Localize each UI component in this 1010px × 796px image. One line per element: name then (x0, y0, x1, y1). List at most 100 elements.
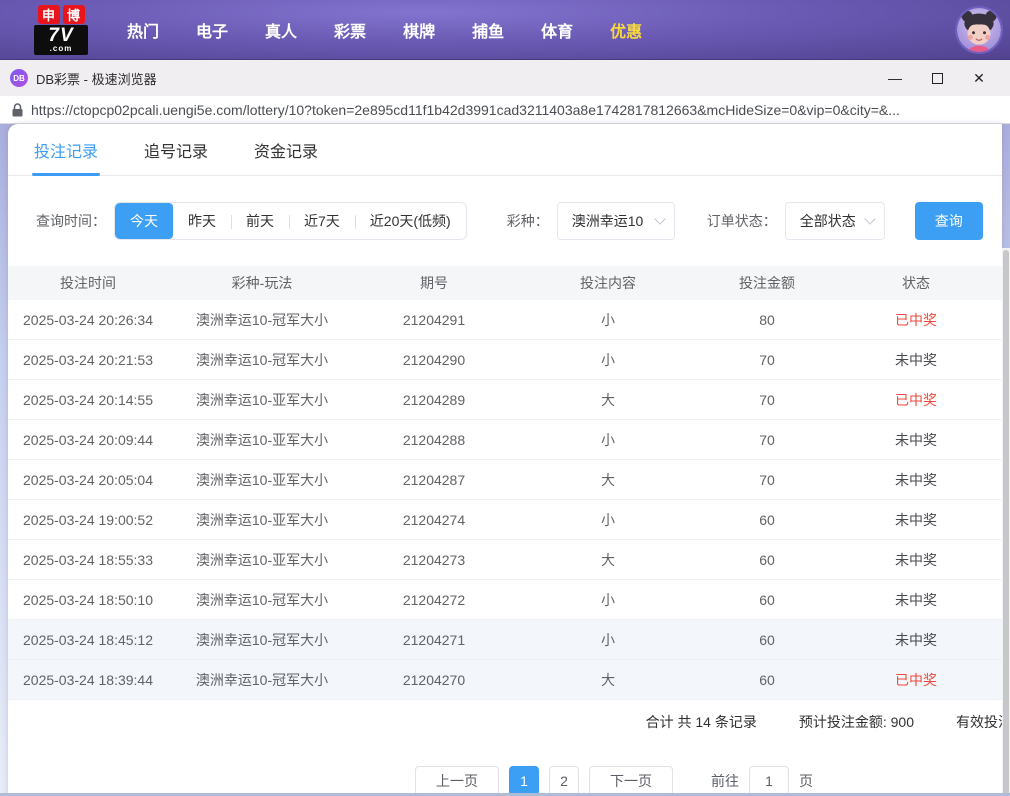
window-title: DB彩票 - 极速浏览器 (36, 71, 157, 87)
game-playtype-cell: 澳洲幸运10-冠军大小 (195, 591, 329, 608)
issue-number-cell: 21204288 (402, 431, 466, 448)
game-playtype-cell: 澳洲幸运10-亚军大小 (195, 431, 329, 448)
bet-amount-cell: 60 (759, 511, 775, 528)
bet-time-cell: 2025-03-24 20:14:55 (23, 391, 153, 408)
table-row[interactable]: 2025-03-24 20:14:55 澳洲幸运10-亚军大小 21204289… (8, 380, 1002, 420)
bet-time-cell: 2025-03-24 20:09:44 (23, 431, 153, 448)
issue-number-cell: 21204272 (402, 591, 466, 608)
table-row[interactable]: 2025-03-24 20:05:04 澳洲幸运10-亚军大小 21204287… (8, 460, 1002, 500)
issue-number-cell: 21204271 (402, 631, 466, 648)
bet-status-cell: 未中奖 (895, 591, 937, 608)
page-number-button[interactable]: 2 (549, 766, 579, 796)
address-bar[interactable]: https://ctopcp02pcali.uengi5e.com/lotter… (0, 96, 1010, 124)
order-status-select[interactable]: 全部状态 (784, 202, 885, 240)
nav-item[interactable]: 真人 (265, 18, 297, 42)
site-logo[interactable]: 申 博 7V .com (33, 4, 89, 55)
record-tab[interactable]: 投注记录 (31, 124, 101, 176)
status-filter-label: 订单状态： (706, 213, 777, 229)
record-tabs: 投注记录 追号记录 资金记录 (8, 124, 1002, 176)
table-row[interactable]: 2025-03-24 19:00:52 澳洲幸运10-亚军大小 21204274… (8, 500, 1002, 540)
scrollbar-thumb[interactable] (1003, 250, 1009, 796)
table-header-cell: 状态 (902, 275, 930, 291)
bet-status-cell: 已中奖 (895, 311, 937, 328)
table-row[interactable]: 2025-03-24 18:50:10 澳洲幸运10-冠军大小 21204272… (8, 580, 1002, 620)
bet-content-cell: 小 (601, 311, 615, 328)
nav-item[interactable]: 体育 (541, 18, 573, 42)
table-row[interactable]: 2025-03-24 20:09:44 澳洲幸运10-亚军大小 21204288… (8, 420, 1002, 460)
time-range-option[interactable]: 今天 (115, 203, 173, 239)
lottery-select[interactable]: 澳洲幸运10 (556, 202, 675, 240)
table-row[interactable]: 2025-03-24 18:55:33 澳洲幸运10-亚军大小 21204273… (8, 540, 1002, 580)
time-filter-label: 查询时间： (36, 213, 106, 229)
bet-content-cell: 小 (601, 351, 615, 368)
nav-menu: 热门 电子 真人 彩票 棋牌 捕鱼 体育 优惠 (127, 18, 642, 42)
table-header-cell: 期号 (420, 275, 448, 291)
lottery-select-value: 澳洲幸运10 (571, 213, 644, 229)
bet-status-cell: 未中奖 (895, 551, 937, 568)
bet-amount-cell: 70 (759, 431, 775, 448)
bet-amount-cell: 60 (759, 671, 775, 688)
record-tab[interactable]: 追号记录 (144, 124, 208, 175)
nav-item[interactable]: 棋牌 (403, 18, 435, 42)
bet-content-cell: 小 (601, 431, 615, 448)
time-range-group: 今天 昨天 前天 近7天 近20天(低频) (114, 202, 467, 240)
search-button[interactable]: 查询 (914, 202, 983, 240)
bet-amount-cell: 70 (759, 351, 775, 368)
bet-time-cell: 2025-03-24 18:55:33 (23, 551, 153, 568)
page-number-button[interactable]: 1 (509, 766, 539, 796)
game-playtype-cell: 澳洲幸运10-冠军大小 (195, 311, 329, 328)
bet-time-cell: 2025-03-24 20:05:04 (23, 471, 153, 488)
game-playtype-cell: 澳洲幸运10-亚军大小 (195, 471, 329, 488)
issue-number-cell: 21204291 (402, 311, 466, 328)
user-avatar[interactable] (955, 5, 1003, 54)
table-header-cell: 投注金额 (739, 275, 795, 291)
nav-item[interactable]: 热门 (127, 18, 159, 42)
avatar-illustration (957, 7, 1001, 52)
time-range-option[interactable]: 昨天 (173, 203, 231, 239)
nav-item[interactable]: 捕鱼 (472, 18, 504, 42)
table-row[interactable]: 2025-03-24 18:45:12 澳洲幸运10-冠军大小 21204271… (8, 620, 1002, 660)
bet-time-cell: 2025-03-24 18:50:10 (23, 591, 153, 608)
table-body: 2025-03-24 20:26:34 澳洲幸运10-冠军大小 21204291… (8, 300, 1002, 700)
table-row[interactable]: 2025-03-24 20:26:34 澳洲幸运10-冠军大小 21204291… (8, 300, 1002, 340)
close-button[interactable]: ✕ (958, 63, 1000, 93)
bet-records-table: 投注时间 彩种-玩法 期号 投注内容 投注金额 状态 2025-03-24 20… (8, 266, 1002, 700)
window-controls: — ✕ (874, 63, 1000, 93)
bet-content-cell: 大 (601, 671, 615, 688)
nav-item[interactable]: 电子 (196, 18, 228, 42)
game-playtype-cell: 澳洲幸运10-亚军大小 (195, 391, 329, 408)
table-row[interactable]: 2025-03-24 20:21:53 澳洲幸运10-冠军大小 21204290… (8, 340, 1002, 380)
next-page-button[interactable]: 下一页 (589, 766, 673, 796)
nav-item[interactable]: 优惠 (610, 18, 642, 42)
game-playtype-cell: 澳洲幸运10-亚军大小 (195, 551, 329, 568)
bet-content-cell: 大 (601, 391, 615, 408)
game-playtype-cell: 澳洲幸运10-冠军大小 (195, 671, 329, 688)
issue-number-cell: 21204273 (402, 551, 466, 568)
nav-item[interactable]: 彩票 (334, 18, 366, 42)
app-window: 申 博 7V .com 热门 电子 真人 彩票 棋牌 捕鱼 体育 优惠 DB D… (0, 0, 1010, 796)
bet-status-cell: 已中奖 (895, 391, 937, 408)
expected-amount-label: 预计投注金额: 900 (798, 714, 914, 730)
issue-number-cell: 21204290 (402, 351, 466, 368)
time-range-option[interactable]: 近20天(低频) (354, 203, 466, 239)
time-range-option[interactable]: 近7天 (289, 203, 355, 239)
total-records-label: 合计 共 14 条记录 (645, 714, 757, 730)
minimize-button[interactable]: — (874, 63, 916, 93)
site-nav: 申 博 7V .com 热门 电子 真人 彩票 棋牌 捕鱼 体育 优惠 (0, 0, 1010, 60)
chevron-down-icon (654, 213, 666, 225)
issue-number-cell: 21204270 (402, 671, 466, 688)
bet-status-cell: 未中奖 (895, 471, 937, 488)
records-panel: 投注记录 追号记录 资金记录 查询时间： 今天 昨天 前天 近7天 近20天(低… (8, 124, 1002, 796)
time-range-option[interactable]: 前天 (231, 203, 289, 239)
prev-page-button[interactable]: 上一页 (415, 766, 499, 796)
maximize-button[interactable] (916, 63, 958, 93)
page-scrollbar[interactable] (1002, 248, 1010, 796)
bet-status-cell: 未中奖 (895, 431, 937, 448)
table-row[interactable]: 2025-03-24 18:39:44 澳洲幸运10-冠军大小 21204270… (8, 660, 1002, 700)
bet-time-cell: 2025-03-24 19:00:52 (23, 511, 153, 528)
bet-amount-cell: 60 (759, 551, 775, 568)
table-header-cell: 彩种-玩法 (231, 275, 293, 291)
logo-wordmark: 7V .com (34, 24, 88, 55)
record-tab[interactable]: 资金记录 (254, 124, 318, 175)
goto-page-input[interactable] (749, 766, 789, 796)
